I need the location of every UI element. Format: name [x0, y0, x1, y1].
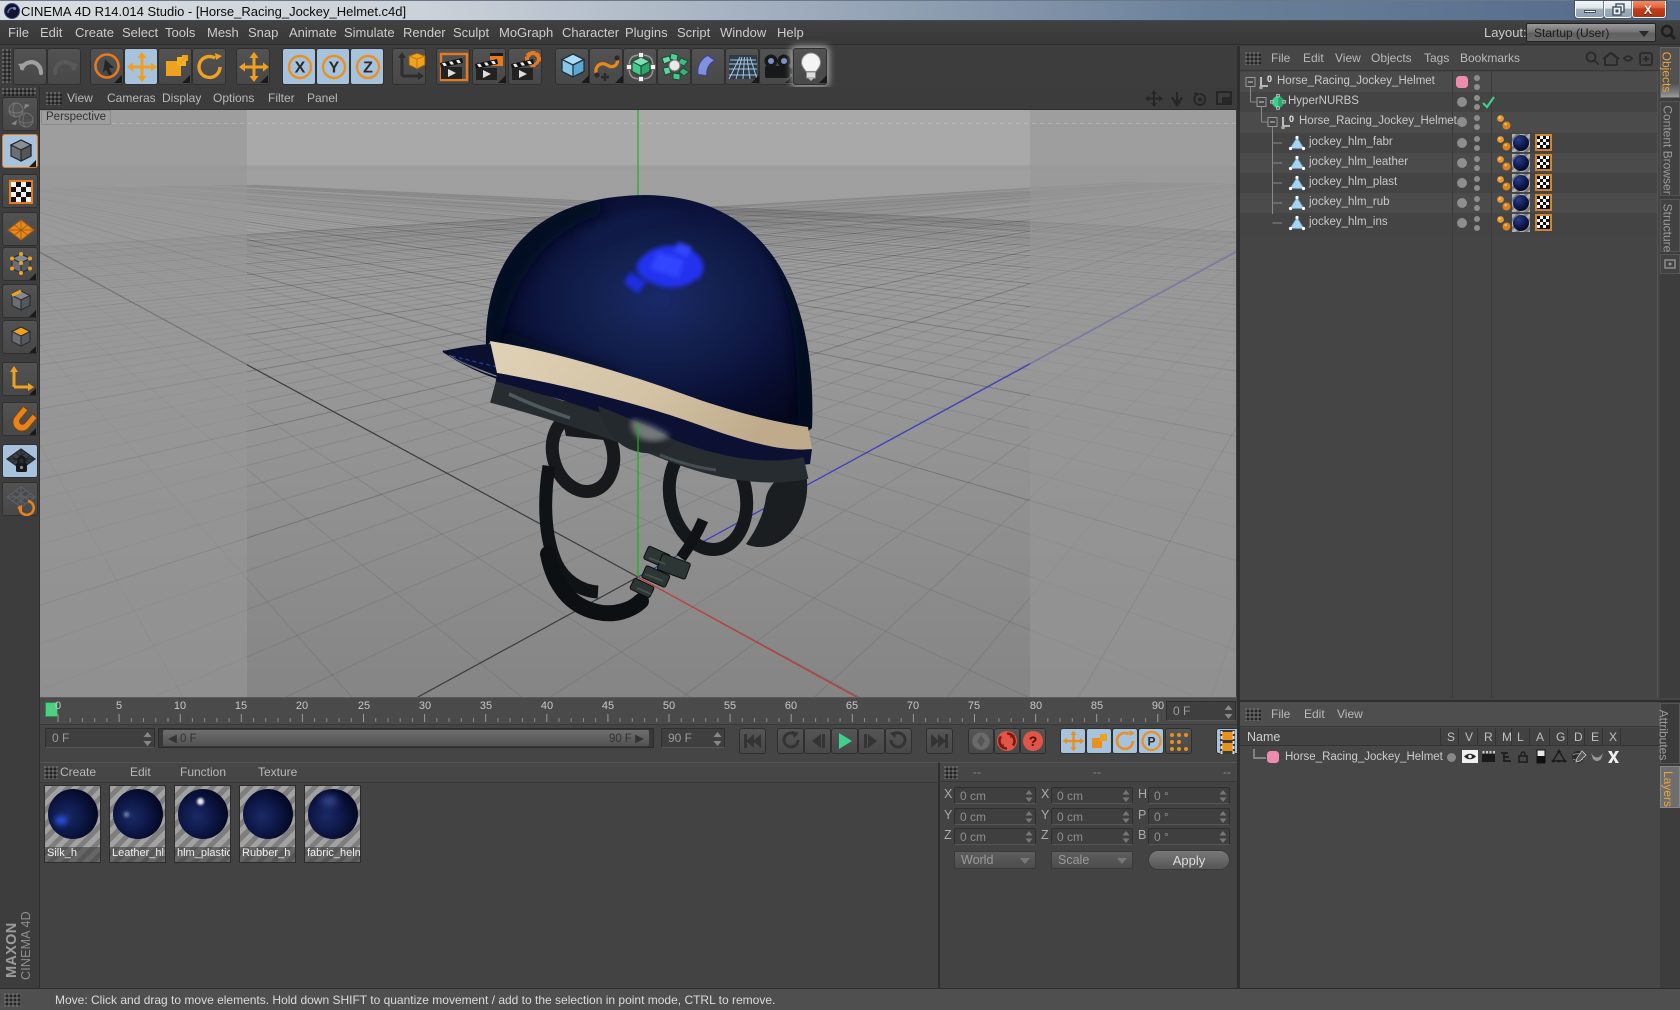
svg-text:0: 0	[1267, 74, 1272, 84]
svg-text:0: 0	[1289, 114, 1294, 124]
svg-text:P: P	[1147, 735, 1155, 749]
svg-text:?: ?	[1029, 733, 1038, 749]
svg-text:X: X	[295, 60, 306, 77]
svg-text:Z: Z	[363, 60, 373, 77]
svg-text:Y: Y	[329, 60, 340, 77]
